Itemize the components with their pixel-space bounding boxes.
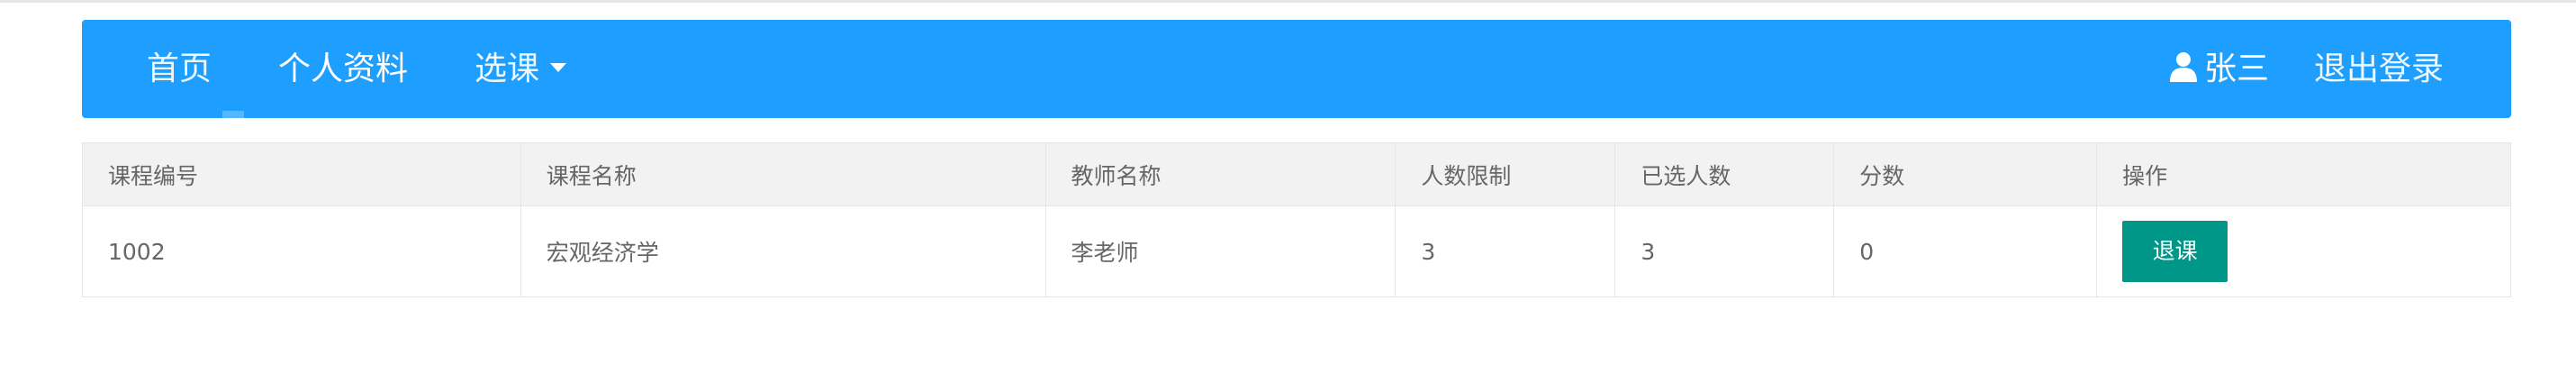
nav-profile[interactable]: 个人资料 (278, 20, 408, 118)
header-limit: 人数限制 (1395, 142, 1616, 206)
caret-down-icon (550, 63, 567, 72)
user-name: 张三 (2204, 50, 2270, 87)
drop-course-button[interactable]: 退课 (2122, 221, 2228, 282)
table-header-row: 课程编号 课程名称 教师名称 人数限制 已选人数 分数 操作 (82, 142, 2511, 206)
top-navbar: 首页 个人资料 选课 张三 退出登录 (82, 20, 2511, 118)
nav-course-label: 选课 (475, 50, 540, 87)
cell-teacher: 李老师 (1044, 205, 1396, 297)
cell-enrolled: 3 (1614, 205, 1835, 297)
cell-course-id: 1002 (82, 205, 521, 297)
user-icon (2170, 52, 2197, 82)
header-course-name: 课程名称 (520, 142, 1046, 206)
nav-user[interactable]: 张三 (2170, 20, 2269, 118)
cell-course-name: 宏观经济学 (520, 205, 1046, 297)
table-row: 1002 宏观经济学 李老师 3 3 0 退课 (82, 205, 2511, 297)
cell-limit: 3 (1395, 205, 1616, 297)
top-rule (0, 0, 2576, 3)
header-teacher: 教师名称 (1044, 142, 1396, 206)
header-course-id: 课程编号 (82, 142, 521, 206)
course-table: 课程编号 课程名称 教师名称 人数限制 已选人数 分数 操作 1002 宏观经济… (82, 142, 2511, 297)
nav-home[interactable]: 首页 (147, 20, 212, 118)
logout-link[interactable]: 退出登录 (2314, 20, 2444, 118)
cell-score: 0 (1833, 205, 2098, 297)
header-action: 操作 (2096, 142, 2511, 206)
nav-active-indicator (222, 111, 244, 118)
cell-action: 退课 (2096, 205, 2511, 297)
header-score: 分数 (1833, 142, 2098, 206)
header-enrolled: 已选人数 (1614, 142, 1835, 206)
nav-course-dropdown[interactable]: 选课 (475, 20, 567, 118)
